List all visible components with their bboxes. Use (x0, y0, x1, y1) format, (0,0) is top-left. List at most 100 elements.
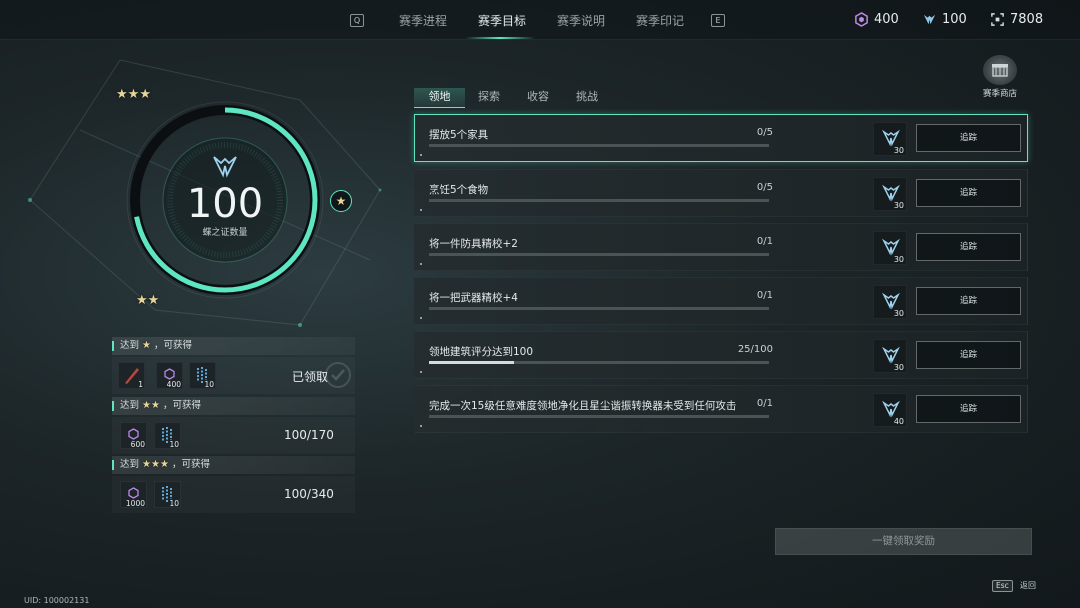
butterfly-token-icon[interactable]: 30 (873, 177, 907, 211)
currency-fragment-value: 7808 (1010, 12, 1044, 27)
task-row[interactable]: 领地建筑评分达到100 25/100 30 追踪 (414, 331, 1028, 379)
task-row[interactable]: 摆放5个家具 0/5 30 追踪 (414, 114, 1028, 162)
track-button[interactable]: 追踪 (916, 179, 1021, 207)
subtab-challenge[interactable]: 挑战 (567, 88, 607, 108)
track-button[interactable]: 追踪 (916, 341, 1021, 369)
task-progress-bar (429, 415, 769, 418)
reward-qty: 1 (138, 380, 143, 389)
task-progress: 0/1 (756, 290, 773, 301)
tier-header-suffix: ，可获得 (163, 400, 202, 411)
tier-header-suffix: ，可获得 (154, 340, 193, 351)
butterfly-token-icon[interactable]: 40 (873, 393, 907, 427)
tier-stars: ★★ (142, 400, 160, 411)
purple-hexagon-currency-icon (855, 12, 868, 27)
subtab-explore[interactable]: 探索 (469, 88, 509, 108)
blue-crystal-item-icon[interactable]: 10 (154, 481, 181, 508)
task-row[interactable]: 将一把武器精校+4 0/1 30 追踪 (414, 277, 1028, 325)
tier-header-prefix: 达到 (120, 459, 140, 470)
star-icon: ★ (335, 194, 347, 208)
reward-qty: 600 (130, 440, 145, 449)
token-count-caption: 蝶之证数量 (202, 228, 248, 238)
next-tab-key-hint[interactable]: E (711, 14, 725, 27)
tier-3-header: 达到 ★★★ ，可获得 (112, 456, 355, 474)
star-icon: ★ (139, 87, 151, 102)
purple-hexagon-currency-icon[interactable]: 600 (120, 422, 147, 449)
task-title: 领地建筑评分达到100 (429, 346, 534, 358)
tier-3-status: 100/340 (284, 487, 334, 501)
task-progress: 0/1 (756, 236, 773, 247)
currency-butterfly-value: 100 (942, 12, 967, 27)
currency-fragment: 7808 (990, 12, 1043, 27)
esc-key-hint[interactable]: Esc (992, 580, 1013, 592)
reward-qty: 10 (169, 440, 179, 449)
task-progress: 0/5 (756, 182, 773, 193)
prev-tab-key-hint[interactable]: Q (350, 14, 364, 27)
reward-qty: 10 (204, 380, 214, 389)
subtab-territory[interactable]: 领地 (414, 88, 465, 108)
task-title: 烹饪5个食物 (429, 184, 489, 196)
task-title: 摆放5个家具 (429, 129, 489, 141)
butterfly-token-icon[interactable]: 30 (873, 339, 907, 373)
red-feather-item-icon[interactable]: 1 (118, 362, 145, 389)
task-title: 将一件防具精校+2 (429, 238, 518, 250)
track-button[interactable]: 追踪 (916, 233, 1021, 261)
tier-3-body: 1000 10 100/340 (112, 476, 355, 513)
butterfly-token-icon[interactable]: 30 (873, 285, 907, 319)
purple-hexagon-currency-icon[interactable]: 400 (156, 362, 183, 389)
star-icon: ★ (136, 293, 148, 308)
reward-qty: 10 (169, 499, 179, 508)
reward-qty: 40 (893, 417, 904, 426)
track-button[interactable]: 追踪 (916, 124, 1021, 152)
task-row[interactable]: 完成一次15级任意难度领地净化且星尘谐振转换器未受到任何攻击 0/1 40 追踪 (414, 385, 1028, 433)
tier-header-prefix: 达到 (120, 400, 140, 411)
shop-icon (983, 55, 1017, 85)
tab-season-marks[interactable]: 赛季印记 (636, 12, 684, 29)
task-progress-bar (429, 253, 769, 256)
tier-1-status: 已领取 (292, 370, 329, 384)
subtab-containment[interactable]: 收容 (518, 88, 558, 108)
task-progress: 25/100 (737, 344, 773, 355)
tier-header-prefix: 达到 (120, 340, 140, 351)
task-row[interactable]: 烹饪5个食物 0/5 30 追踪 (414, 169, 1028, 217)
tab-season-info[interactable]: 赛季说明 (557, 12, 605, 29)
claim-all-rewards-button[interactable]: 一键领取奖励 (775, 528, 1032, 555)
reward-qty: 30 (893, 363, 904, 372)
reward-qty: 30 (893, 146, 904, 155)
butterfly-token-icon (923, 14, 936, 25)
tab-season-progress[interactable]: 赛季进程 (399, 12, 447, 29)
butterfly-token-icon[interactable]: 30 (873, 122, 907, 156)
currency-purple-value: 400 (874, 12, 899, 27)
star-icon: ★ (127, 87, 140, 102)
tier-2-header: 达到 ★★ ，可获得 (112, 397, 355, 415)
milestone-1-star: ★ (330, 190, 352, 212)
task-progress-fill (429, 361, 514, 364)
blue-crystal-item-icon[interactable]: 10 (154, 422, 181, 449)
blue-crystal-item-icon[interactable]: 10 (189, 362, 216, 389)
tier-2-status: 100/170 (284, 428, 334, 442)
season-shop-button[interactable]: 赛季商店 (980, 55, 1020, 99)
fragment-currency-icon (991, 13, 1004, 26)
task-progress-bar (429, 361, 769, 364)
reward-qty: 30 (893, 309, 904, 318)
task-progress: 0/5 (756, 127, 773, 138)
task-progress-bar (429, 307, 769, 310)
task-title: 完成一次15级任意难度领地净化且星尘谐振转换器未受到任何攻击 (429, 400, 737, 412)
butterfly-token-icon (213, 156, 237, 178)
reward-qty: 30 (893, 255, 904, 264)
butterfly-token-icon[interactable]: 30 (873, 231, 907, 265)
reward-qty: 400 (166, 380, 181, 389)
track-button[interactable]: 追踪 (916, 287, 1021, 315)
tab-season-goals[interactable]: 赛季目标 (478, 12, 526, 29)
milestone-3-stars: ★★★ (116, 87, 151, 102)
shop-label: 赛季商店 (982, 89, 1017, 99)
star-icon: ★ (147, 293, 160, 308)
task-row[interactable]: 将一件防具精校+2 0/1 30 追踪 (414, 223, 1028, 271)
top-nav-bar: Q 赛季进程 赛季目标 赛季说明 赛季印记 E 400 100 7808 (0, 0, 1080, 40)
task-progress: 0/1 (756, 398, 773, 409)
purple-hexagon-currency-icon[interactable]: 1000 (120, 481, 147, 508)
star-icon: ★ (116, 87, 128, 102)
milestone-2-stars: ★★ (136, 293, 159, 308)
back-label[interactable]: 返回 (1020, 580, 1036, 591)
track-button[interactable]: 追踪 (916, 395, 1021, 423)
tier-1-body: 1 400 10 已领取 (112, 357, 355, 394)
